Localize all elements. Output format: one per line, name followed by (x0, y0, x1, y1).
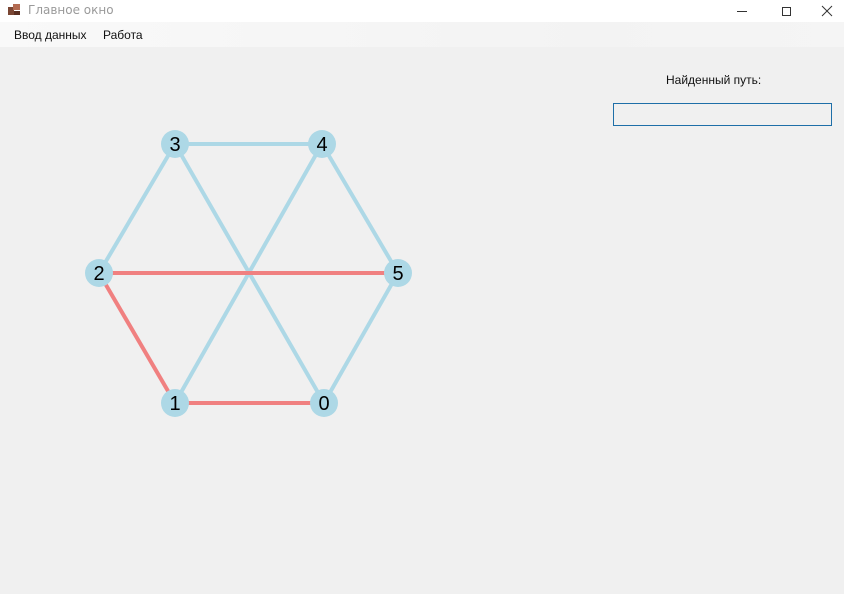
path-edge-2-1 (97, 271, 177, 405)
graph-node-label-2: 2 (93, 263, 104, 285)
graph-edge-3-2 (97, 142, 177, 275)
graph-node-label-5: 5 (392, 263, 403, 285)
graph-node-label-4: 4 (316, 134, 327, 156)
found-path-label: Найденный путь: (666, 73, 762, 87)
graph-node-label-1: 1 (169, 393, 180, 415)
graph-node-label-0: 0 (318, 393, 329, 415)
graph-edge-5-0 (322, 272, 400, 404)
found-path-field[interactable] (613, 103, 832, 126)
graph-edge-4-5 (320, 142, 400, 275)
graph-canvas: 0 1 2 3 4 5 (85, 130, 412, 417)
graph-node-label-3: 3 (169, 134, 180, 156)
